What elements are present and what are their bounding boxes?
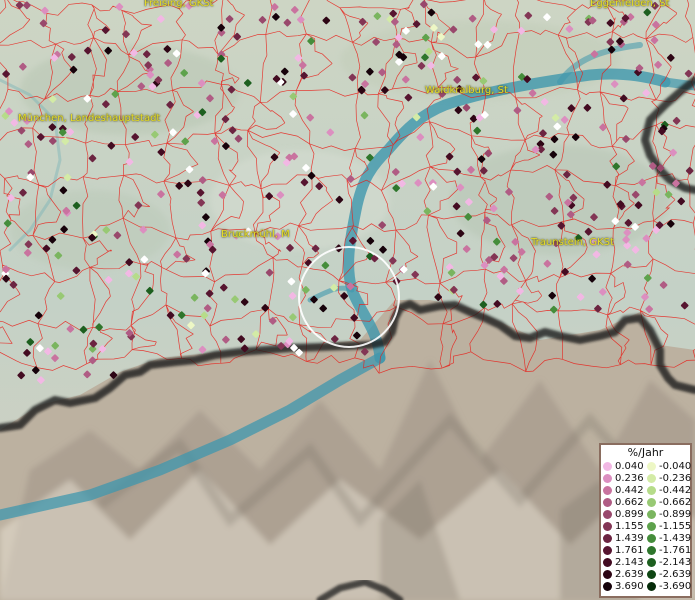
legend-value: 2.639 — [615, 569, 644, 580]
legend-swatch — [603, 498, 612, 507]
legend-value: -0.442 — [659, 485, 692, 496]
legend-positive-row: 1.439 — [603, 533, 647, 545]
legend-value: -1.155 — [659, 521, 692, 532]
legend-swatch — [647, 486, 656, 495]
legend-negative-row: -0.236 — [647, 473, 691, 485]
legend-positive-row: 2.639 — [603, 569, 647, 581]
map-canvas[interactable] — [0, 0, 695, 600]
legend-value: -2.143 — [659, 557, 692, 568]
legend-negative-row: -1.155 — [647, 521, 691, 533]
legend-swatch — [647, 534, 656, 543]
legend-swatch — [603, 534, 612, 543]
legend-value: 1.439 — [615, 533, 644, 544]
legend: %/Jahr 0.040 -0.040 0.236 -0.236 0.442 -0.442… — [599, 443, 692, 598]
legend-swatch — [603, 582, 612, 591]
legend-swatch — [647, 474, 656, 483]
legend-swatch — [603, 558, 612, 567]
legend-value: 1.155 — [615, 521, 644, 532]
place-label-muenchen: München, Landeshauptstadt — [18, 113, 161, 124]
legend-value: -2.639 — [659, 569, 692, 580]
legend-value: 0.442 — [615, 485, 644, 496]
legend-swatch — [647, 462, 656, 471]
legend-value: -3.690 — [659, 581, 692, 592]
legend-positive-row: 0.442 — [603, 485, 647, 497]
legend-value: -0.040 — [659, 461, 692, 472]
legend-swatch — [603, 486, 612, 495]
legend-swatch — [647, 546, 656, 555]
legend-value: 0.040 — [615, 461, 644, 472]
legend-swatch — [647, 498, 656, 507]
legend-positive-row: 0.040 — [603, 461, 647, 473]
map-view[interactable]: Freising, GKSt Eggenfelden, St München, … — [0, 0, 695, 600]
legend-value: -0.662 — [659, 497, 692, 508]
legend-title: %/Jahr — [627, 446, 664, 459]
legend-swatch — [647, 582, 656, 591]
legend-swatch — [603, 546, 612, 555]
legend-value: 0.236 — [615, 473, 644, 484]
legend-value: -1.439 — [659, 533, 692, 544]
legend-swatch — [603, 570, 612, 579]
legend-positive-row: 1.761 — [603, 545, 647, 557]
legend-value: -0.899 — [659, 509, 692, 520]
legend-swatch — [647, 522, 656, 531]
legend-negative-row: -0.899 — [647, 509, 691, 521]
legend-value: 0.662 — [615, 497, 644, 508]
legend-swatch — [647, 510, 656, 519]
legend-swatch — [647, 570, 656, 579]
legend-value: -0.236 — [659, 473, 692, 484]
legend-swatch — [603, 522, 612, 531]
legend-value: 2.143 — [615, 557, 644, 568]
legend-positive-row: 2.143 — [603, 557, 647, 569]
legend-positive-row: 3.690 — [603, 581, 647, 593]
legend-negative-row: -1.439 — [647, 533, 691, 545]
legend-swatch — [603, 510, 612, 519]
place-label-freising: Freising, GKSt — [144, 0, 214, 9]
place-label-traunstein: Traunstein, GKSt — [531, 237, 614, 248]
legend-positive-row: 1.155 — [603, 521, 647, 533]
place-label-bruckmuehl: Bruckmühl, M — [221, 229, 290, 240]
legend-value: 0.899 — [615, 509, 644, 520]
legend-positive-row: 0.236 — [603, 473, 647, 485]
legend-value: 3.690 — [615, 581, 644, 592]
legend-negative-row: -3.690 — [647, 581, 691, 593]
legend-negative-row: -0.442 — [647, 485, 691, 497]
legend-swatch — [603, 462, 612, 471]
legend-negative-row: -2.143 — [647, 557, 691, 569]
legend-negative-row: -1.761 — [647, 545, 691, 557]
legend-negative-row: -0.662 — [647, 497, 691, 509]
legend-swatch — [647, 558, 656, 567]
legend-positive-row: 0.899 — [603, 509, 647, 521]
place-label-waldkraiburg: Waldkraiburg, St — [425, 85, 508, 96]
legend-positive-row: 0.662 — [603, 497, 647, 509]
place-label-eggenfelden: Eggenfelden, St — [590, 0, 670, 9]
legend-value: 1.761 — [615, 545, 644, 556]
legend-swatch — [603, 474, 612, 483]
legend-value: -1.761 — [659, 545, 692, 556]
legend-negative-row: -0.040 — [647, 461, 691, 473]
legend-negative-row: -2.639 — [647, 569, 691, 581]
